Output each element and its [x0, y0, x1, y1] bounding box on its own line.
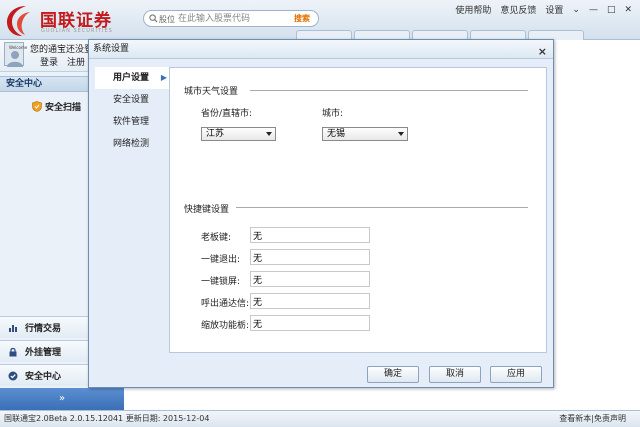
- city-select[interactable]: 无锡: [322, 127, 408, 141]
- hotkey-call-tdx-field[interactable]: [250, 293, 370, 309]
- city-label: 城市:: [322, 109, 344, 119]
- dialog-title-bar[interactable]: 系统设置 ×: [89, 40, 553, 59]
- dialog-nav-network-check[interactable]: 网络检测: [95, 133, 169, 155]
- disclaimer-link[interactable]: 免责声明: [594, 414, 626, 423]
- dropdown-caret-icon: [266, 132, 272, 136]
- sidebar-item-security-scan[interactable]: 安全扫描: [32, 100, 81, 113]
- shield-check-icon: [8, 371, 18, 380]
- arrow-right-icon: ▶: [160, 73, 167, 82]
- hotkey-zoom-panel-field[interactable]: [250, 315, 370, 331]
- search-button[interactable]: 搜索: [294, 13, 310, 24]
- sidebar-expand-button[interactable]: »: [0, 388, 124, 410]
- minimize-icon[interactable]: —: [589, 5, 598, 15]
- hotkey-label: 呼出通达信:: [201, 299, 250, 309]
- hotkey-label: 一键退出:: [201, 255, 241, 265]
- ok-button[interactable]: 确定: [367, 366, 419, 383]
- app-logo: 国联证券 GUOLIAN SECURITIES: [4, 2, 144, 38]
- dialog-nav: 用户设置 ▶ 安全设置 软件管理 网络检测: [95, 67, 171, 155]
- chart-icon: [9, 324, 17, 332]
- dialog-content-panel: 城市天气设置 省份/直辖市: 江苏 城市: 无锡 快捷键设置 老板键: 一键退出…: [169, 67, 547, 353]
- check-version-link[interactable]: 查看新本: [559, 414, 591, 423]
- status-links: 查看新本|免责声明: [559, 411, 626, 427]
- sidebar-nav-label: 安全中心: [25, 372, 62, 382]
- sidebar-nav-label: 外挂管理: [25, 348, 62, 358]
- maximize-icon[interactable]: □: [607, 5, 616, 15]
- dialog-nav-software-manage[interactable]: 软件管理: [95, 111, 169, 133]
- dialog-close-icon[interactable]: ×: [538, 42, 547, 61]
- status-bar: 国联通宝2.0Beta 2.0.15.12041 更新日期: 2015-12-0…: [0, 410, 640, 427]
- hotkey-group-title: 快捷键设置: [184, 205, 230, 215]
- dialog-nav-user-settings[interactable]: 用户设置 ▶: [95, 67, 171, 89]
- register-link[interactable]: 注册: [67, 55, 85, 68]
- hotkey-group-divider: [236, 207, 528, 208]
- hotkey-label: 一键锁屏:: [201, 277, 241, 287]
- dialog-nav-security-settings[interactable]: 安全设置: [95, 89, 169, 111]
- user-silhouette-icon: [7, 51, 23, 67]
- login-link[interactable]: 登录: [40, 55, 58, 68]
- shield-icon: [32, 101, 42, 112]
- dialog-title: 系统设置: [93, 44, 130, 54]
- logo-subtitle: GUOLIAN SECURITIES: [41, 28, 113, 34]
- weather-group-divider: [250, 90, 528, 91]
- province-label: 省份/直辖市:: [201, 109, 253, 119]
- lock-icon: [9, 347, 17, 356]
- settings-dialog: 系统设置 × 用户设置 ▶ 安全设置 软件管理 网络检测 城市天气设置 省份/直…: [88, 39, 554, 388]
- user-greeting: 您的通宝还没登: [30, 45, 94, 55]
- version-info: 国联通宝2.0Beta 2.0.15.12041 更新日期: 2015-12-0…: [4, 414, 210, 423]
- top-bar: 国联证券 GUOLIAN SECURITIES 股位 搜索 使用帮助 意见反馈 …: [0, 0, 640, 40]
- stock-search-box[interactable]: 股位 搜索: [143, 10, 319, 27]
- chevron-down-icon[interactable]: ⌄: [572, 5, 580, 15]
- city-value: 无锡: [327, 129, 346, 139]
- search-icon: [149, 14, 158, 23]
- cancel-button[interactable]: 取消: [429, 366, 481, 383]
- stock-code-input[interactable]: [178, 12, 278, 26]
- hotkey-boss-key-field[interactable]: [250, 227, 370, 243]
- sidebar-nav-label: 行情交易: [25, 324, 62, 334]
- menu-help[interactable]: 使用帮助: [455, 3, 491, 16]
- hotkey-lock-screen-field[interactable]: [250, 271, 370, 287]
- apply-button[interactable]: 应用: [490, 366, 542, 383]
- dropdown-caret-icon: [398, 132, 404, 136]
- logo-mark-icon: [7, 6, 30, 36]
- menu-feedback[interactable]: 意见反馈: [500, 3, 536, 16]
- dialog-nav-label: 软件管理: [113, 117, 150, 127]
- dialog-nav-label: 用户设置: [113, 73, 150, 83]
- close-icon[interactable]: ✕: [624, 5, 632, 15]
- weather-group-title: 城市天气设置: [184, 87, 239, 97]
- hotkey-quick-exit-field[interactable]: [250, 249, 370, 265]
- top-menu: 使用帮助 意见反馈 设置 ⌄ — □ ✕: [446, 3, 632, 17]
- search-tag: 股位: [159, 15, 175, 24]
- dialog-nav-label: 网络检测: [113, 139, 150, 149]
- hotkey-label: 老板键:: [201, 233, 232, 243]
- sidebar-item-label: 安全扫描: [45, 103, 82, 113]
- province-select[interactable]: 江苏: [201, 127, 276, 141]
- hotkey-label: 缩放功能栃:: [201, 321, 250, 331]
- menu-settings[interactable]: 设置: [545, 3, 563, 16]
- avatar[interactable]: Welcome: [4, 42, 27, 67]
- province-value: 江苏: [206, 129, 225, 139]
- dialog-nav-label: 安全设置: [113, 95, 150, 105]
